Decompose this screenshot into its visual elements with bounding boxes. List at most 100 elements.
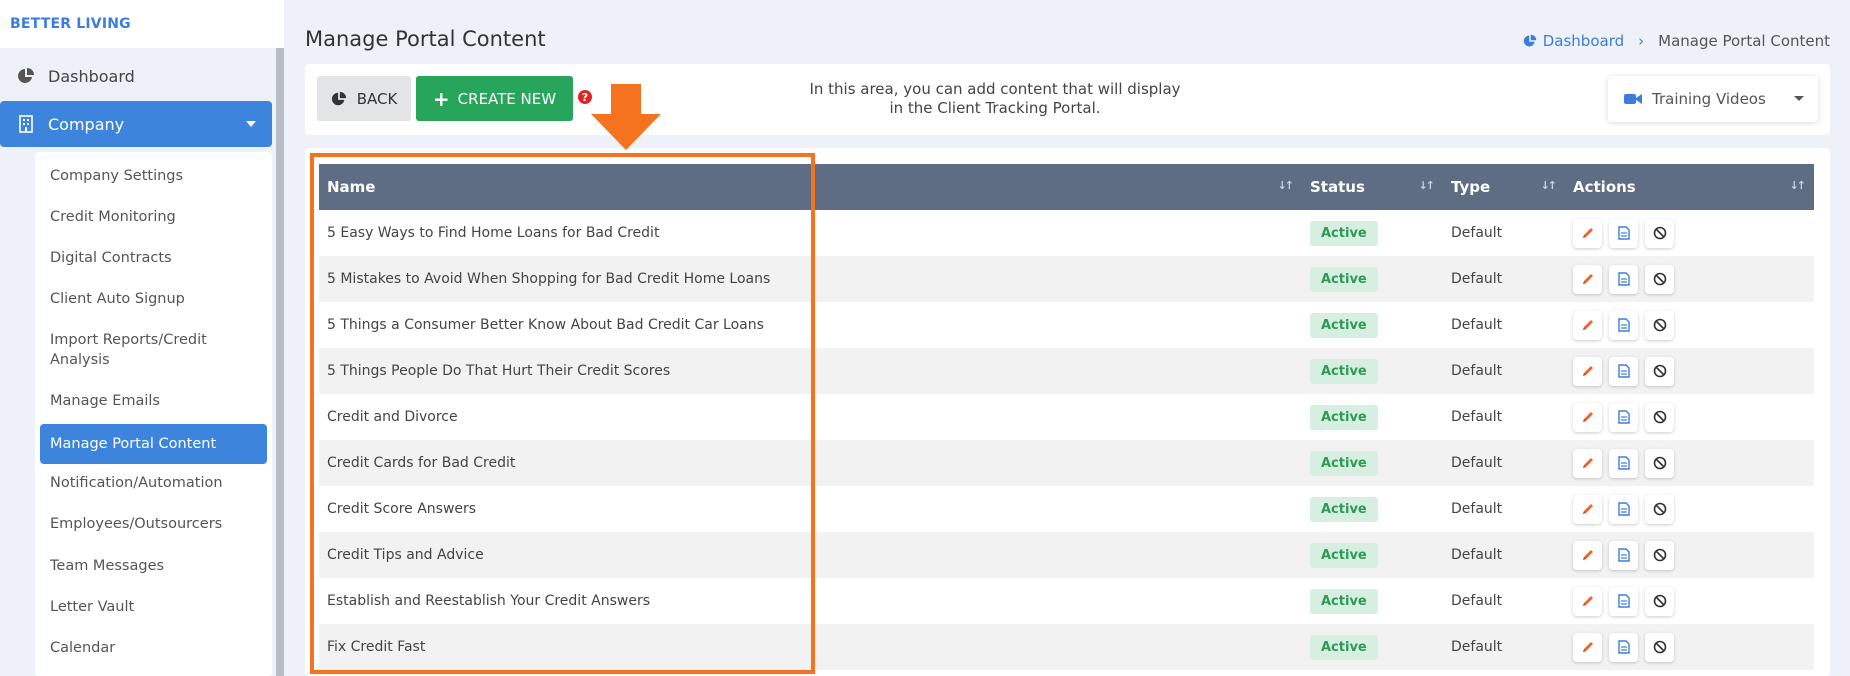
select-value: Training Videos [1652, 90, 1766, 108]
status-badge: Active [1310, 266, 1378, 292]
document-icon[interactable] [1609, 540, 1638, 570]
edit-pencil-icon[interactable] [1573, 448, 1602, 478]
block-icon[interactable] [1645, 448, 1674, 478]
toolbar: BACK + CREATE NEW ? In this area, you ca… [305, 64, 1830, 135]
cell-status: Active [1302, 440, 1443, 486]
status-badge: Active [1310, 588, 1378, 614]
document-icon[interactable] [1609, 264, 1638, 294]
sidebar-item-dashboard[interactable]: Dashboard [0, 53, 272, 99]
back-button[interactable]: BACK [317, 76, 411, 121]
edit-pencil-icon[interactable] [1573, 310, 1602, 340]
submenu-notification-automation[interactable]: Notification/Automation [40, 473, 267, 493]
edit-pencil-icon[interactable] [1573, 540, 1602, 570]
sidebar-item-company[interactable]: Company [0, 101, 272, 147]
document-icon[interactable] [1609, 494, 1638, 524]
cell-type: Default [1451, 455, 1503, 471]
brand-bar: BETTER LIVING [0, 0, 284, 48]
edit-pencil-icon[interactable] [1573, 218, 1602, 248]
cell-type: Default [1451, 547, 1503, 563]
breadcrumb-current: Manage Portal Content [1658, 32, 1830, 50]
cell-type: Default [1451, 501, 1503, 517]
block-icon[interactable] [1645, 264, 1674, 294]
info-text: In this area, you can add content that w… [809, 80, 1181, 117]
create-new-button[interactable]: + CREATE NEW [416, 76, 573, 121]
status-badge: Active [1310, 542, 1378, 568]
cell-actions [1565, 348, 1814, 394]
block-icon[interactable] [1645, 218, 1674, 248]
cell-status: Active [1302, 302, 1443, 348]
brand-logo[interactable]: BETTER LIVING [10, 16, 131, 32]
cell-type: Default [1451, 593, 1503, 609]
submenu-manage-portal-content[interactable]: Manage Portal Content [40, 424, 267, 464]
plus-icon: + [432, 86, 450, 111]
pie-chart-icon [1523, 34, 1536, 47]
sort-icon: ↓↑ [1789, 179, 1807, 192]
column-header-actions[interactable]: Actions ↓↑ [1565, 164, 1814, 210]
submenu-credit-monitoring[interactable]: Credit Monitoring [40, 207, 267, 227]
company-submenu: Company Settings Credit Monitoring Digit… [35, 152, 272, 676]
block-icon[interactable] [1645, 540, 1674, 570]
submenu-employees-outsourcers[interactable]: Employees/Outsourcers [40, 514, 267, 534]
block-icon[interactable] [1645, 632, 1674, 662]
edit-pencil-icon[interactable] [1573, 494, 1602, 524]
sidebar-scrollbar[interactable] [276, 48, 284, 676]
header-label: Actions [1573, 178, 1636, 196]
cell-actions [1565, 440, 1814, 486]
edit-pencil-icon[interactable] [1573, 264, 1602, 294]
sort-icon: ↓↑ [1418, 179, 1436, 192]
block-icon[interactable] [1645, 586, 1674, 616]
status-badge: Active [1310, 312, 1378, 338]
edit-pencil-icon[interactable] [1573, 632, 1602, 662]
edit-pencil-icon[interactable] [1573, 586, 1602, 616]
back-label: BACK [356, 89, 398, 108]
sidebar-item-label: Company [48, 114, 125, 134]
status-badge: Active [1310, 404, 1378, 430]
edit-pencil-icon[interactable] [1573, 356, 1602, 386]
document-icon[interactable] [1609, 356, 1638, 386]
submenu-team-messages[interactable]: Team Messages [40, 556, 267, 576]
status-badge: Active [1310, 634, 1378, 660]
submenu-calendar[interactable]: Calendar [40, 638, 267, 658]
document-icon[interactable] [1609, 632, 1638, 662]
column-header-type[interactable]: Type ↓↑ [1443, 164, 1565, 210]
content-type-select[interactable]: Training Videos [1608, 76, 1818, 122]
video-camera-icon [1624, 93, 1642, 105]
block-icon[interactable] [1645, 402, 1674, 432]
column-header-status[interactable]: Status ↓↑ [1302, 164, 1443, 210]
document-icon[interactable] [1609, 448, 1638, 478]
cell-actions [1565, 210, 1814, 256]
submenu-letter-vault[interactable]: Letter Vault [40, 597, 267, 617]
block-icon[interactable] [1645, 356, 1674, 386]
cell-type: Default [1451, 363, 1503, 379]
cell-status: Active [1302, 624, 1443, 670]
cell-type: Default [1451, 271, 1503, 287]
status-badge: Active [1310, 358, 1378, 384]
submenu-company-settings[interactable]: Company Settings [40, 166, 267, 186]
submenu-manage-emails[interactable]: Manage Emails [40, 391, 267, 411]
submenu-digital-contracts[interactable]: Digital Contracts [40, 248, 267, 268]
cell-type: Default [1451, 639, 1503, 655]
cell-status: Active [1302, 394, 1443, 440]
document-icon[interactable] [1609, 402, 1638, 432]
header-label: Type [1451, 178, 1491, 196]
document-icon[interactable] [1609, 310, 1638, 340]
pie-chart-icon [331, 91, 347, 107]
cell-actions [1565, 256, 1814, 302]
cell-type: Default [1451, 225, 1503, 241]
submenu-client-auto-signup[interactable]: Client Auto Signup [40, 289, 267, 309]
cell-type: Default [1451, 409, 1503, 425]
document-icon[interactable] [1609, 218, 1638, 248]
block-icon[interactable] [1645, 310, 1674, 340]
cell-actions [1565, 302, 1814, 348]
block-icon[interactable] [1645, 494, 1674, 524]
breadcrumb: Dashboard › Manage Portal Content [1523, 32, 1830, 50]
help-icon[interactable]: ? [578, 90, 592, 104]
page-title: Manage Portal Content [305, 27, 546, 51]
cell-status: Active [1302, 486, 1443, 532]
breadcrumb-home-label: Dashboard [1542, 32, 1625, 50]
document-icon[interactable] [1609, 586, 1638, 616]
edit-pencil-icon[interactable] [1573, 402, 1602, 432]
submenu-import-reports[interactable]: Import Reports/Credit Analysis [40, 330, 267, 370]
arrow-down-icon [591, 84, 661, 150]
breadcrumb-dashboard-link[interactable]: Dashboard [1523, 32, 1624, 50]
